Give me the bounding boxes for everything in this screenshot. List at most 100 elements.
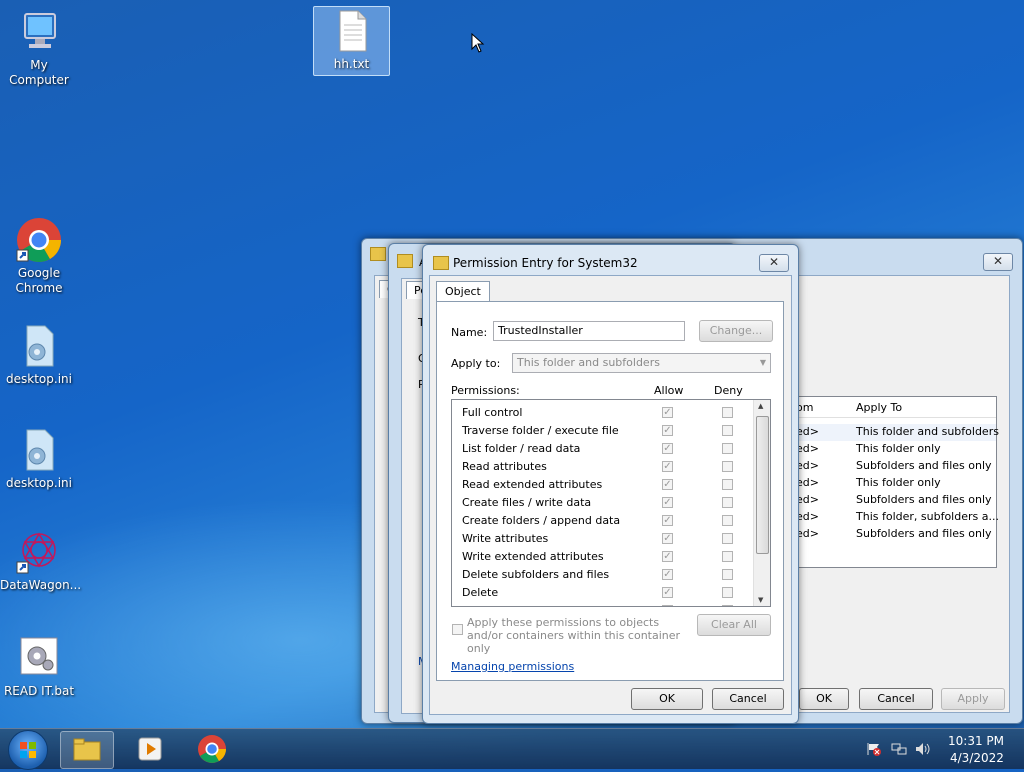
folder-icon (433, 256, 449, 270)
cancel-button[interactable]: Cancel (859, 688, 933, 710)
deny-checkbox (722, 497, 733, 508)
ok-button[interactable]: OK (799, 688, 849, 710)
table-row[interactable]: ed> This folder, subfolders a... (796, 509, 999, 526)
scrollbar[interactable]: ▲ ▼ (753, 400, 770, 606)
deny-checkbox (722, 569, 733, 580)
desktop-icon-desktop-ini-1[interactable]: desktop.ini (0, 322, 78, 387)
deny-checkbox (722, 605, 733, 606)
apply-container-text: Apply these permissions to objects and/o… (467, 616, 681, 655)
computer-icon (15, 8, 63, 56)
chrome-icon (15, 216, 63, 264)
change-button: Change... (699, 320, 773, 342)
cell-apply-to: Subfolders and files only (856, 493, 992, 506)
desktop-icon-label: desktop.ini (6, 372, 72, 386)
cancel-button[interactable]: Cancel (712, 688, 784, 710)
scroll-down-icon[interactable]: ▼ (758, 596, 763, 604)
desktop-icon-label: Google Chrome (15, 266, 63, 295)
table-row[interactable]: ed> Subfolders and files only (796, 458, 996, 475)
name-field[interactable]: TrustedInstaller (493, 321, 685, 341)
desktop-icon-label: My Computer (9, 58, 69, 87)
cell-from: ed> (796, 442, 819, 455)
allow-checkbox: ✓ (662, 461, 673, 472)
permission-row: Write attributes ✓ (452, 530, 752, 548)
permission-label: Delete subfolders and files (462, 568, 610, 581)
permission-label: Create folders / append data (462, 514, 621, 527)
managing-permissions-link[interactable]: Managing permissions (451, 660, 574, 673)
table-row[interactable]: ed> Subfolders and files only (796, 526, 996, 543)
scroll-up-icon[interactable]: ▲ (758, 402, 763, 410)
permission-label: Read attributes (462, 460, 547, 473)
desktop-icon-my-computer[interactable]: My Computer (0, 8, 78, 88)
settings-file-icon (15, 426, 63, 474)
allow-checkbox: ✓ (662, 533, 673, 544)
allow-checkbox: ✓ (662, 515, 673, 526)
allow-checkbox: ✓ (662, 569, 673, 580)
ok-button[interactable]: OK (631, 688, 703, 710)
folder-icon (73, 738, 101, 761)
cell-from: ed> (796, 527, 819, 540)
permission-label: Write attributes (462, 532, 549, 545)
table-row[interactable]: ed> This folder only (796, 475, 996, 492)
close-button[interactable]: ✕ (759, 254, 789, 272)
permissions-list: Full control ✓ Traverse folder / execute f… (451, 399, 771, 607)
permission-row: Read attributes ✓ (452, 458, 752, 476)
deny-checkbox (722, 587, 733, 598)
deny-checkbox (722, 425, 733, 436)
desktop-icon-label: hh.txt (333, 57, 370, 71)
desktop-icon-desktop-ini-2[interactable]: desktop.ini (0, 426, 78, 491)
clock-date[interactable]: 4/3/2022 (950, 751, 1004, 765)
name-label: Name: (451, 326, 488, 339)
allow-checkbox: ✓ (662, 605, 673, 606)
taskbar-chrome[interactable] (186, 731, 238, 767)
scrollbar-thumb[interactable] (756, 416, 769, 554)
apply-to-select: This folder and subfolders ▼ (512, 353, 771, 373)
chrome-icon (198, 735, 226, 763)
cell-from: ed> (796, 476, 819, 489)
permission-label: Delete (462, 586, 499, 599)
tab-object[interactable]: Object (436, 281, 490, 301)
desktop-icon-datawagon[interactable]: DataWagon... (0, 528, 82, 593)
deny-checkbox (722, 551, 733, 562)
clock-time[interactable]: 10:31 PM (948, 734, 1004, 748)
cell-apply-to: Subfolders and files only (856, 527, 992, 540)
allow-checkbox: ✓ (662, 425, 673, 436)
allow-checkbox: ✓ (662, 551, 673, 562)
desktop-icon-hh-txt[interactable]: hh.txt (313, 6, 390, 76)
start-button[interactable] (8, 730, 48, 770)
tray-volume-icon[interactable] (915, 742, 931, 756)
allow-checkbox: ✓ (662, 497, 673, 508)
permission-row: Traverse folder / execute file ✓ (452, 422, 752, 440)
permission-row: ✓ (452, 602, 752, 606)
dialog-body: Object Name: TrustedInstaller Change... … (429, 275, 792, 715)
allow-column-label: Allow (654, 384, 684, 397)
tray-network-icon[interactable] (891, 742, 907, 756)
deny-checkbox (722, 533, 733, 544)
taskbar-media-player[interactable] (124, 731, 176, 767)
cell-from: ed> (796, 425, 819, 438)
windows-logo-icon (20, 742, 36, 758)
desktop-icon-google-chrome[interactable]: Google Chrome (0, 216, 78, 296)
permission-row: Full control ✓ (452, 404, 752, 422)
permission-row: Read extended attributes ✓ (452, 476, 752, 494)
desktop-icon-label: DataWagon... (0, 578, 82, 592)
permission-row: Create files / write data ✓ (452, 494, 752, 512)
column-header-apply-to[interactable]: Apply To (856, 401, 902, 414)
permission-label: Create files / write data (462, 496, 592, 509)
permission-label: Full control (462, 406, 523, 419)
permission-row: Delete ✓ (452, 584, 752, 602)
deny-checkbox (722, 443, 733, 454)
tray-action-center-icon[interactable] (866, 742, 882, 756)
close-button[interactable]: ✕ (983, 253, 1013, 271)
permission-row: Write extended attributes ✓ (452, 548, 752, 566)
cell-apply-to: This folder only (856, 476, 941, 489)
permissions-label: Permissions: (451, 384, 520, 397)
cell-from: ed> (796, 510, 819, 523)
apply-to-value: This folder and subfolders (517, 356, 660, 369)
table-row[interactable]: ed> Subfolders and files only (796, 492, 996, 509)
taskbar-explorer[interactable] (60, 731, 114, 769)
folder-icon (397, 254, 413, 268)
deny-checkbox (722, 407, 733, 418)
table-row[interactable]: ed> This folder and subfolders (796, 424, 999, 441)
table-row[interactable]: ed> This folder only (796, 441, 996, 458)
desktop-icon-read-it-bat[interactable]: READ IT.bat (0, 634, 78, 699)
